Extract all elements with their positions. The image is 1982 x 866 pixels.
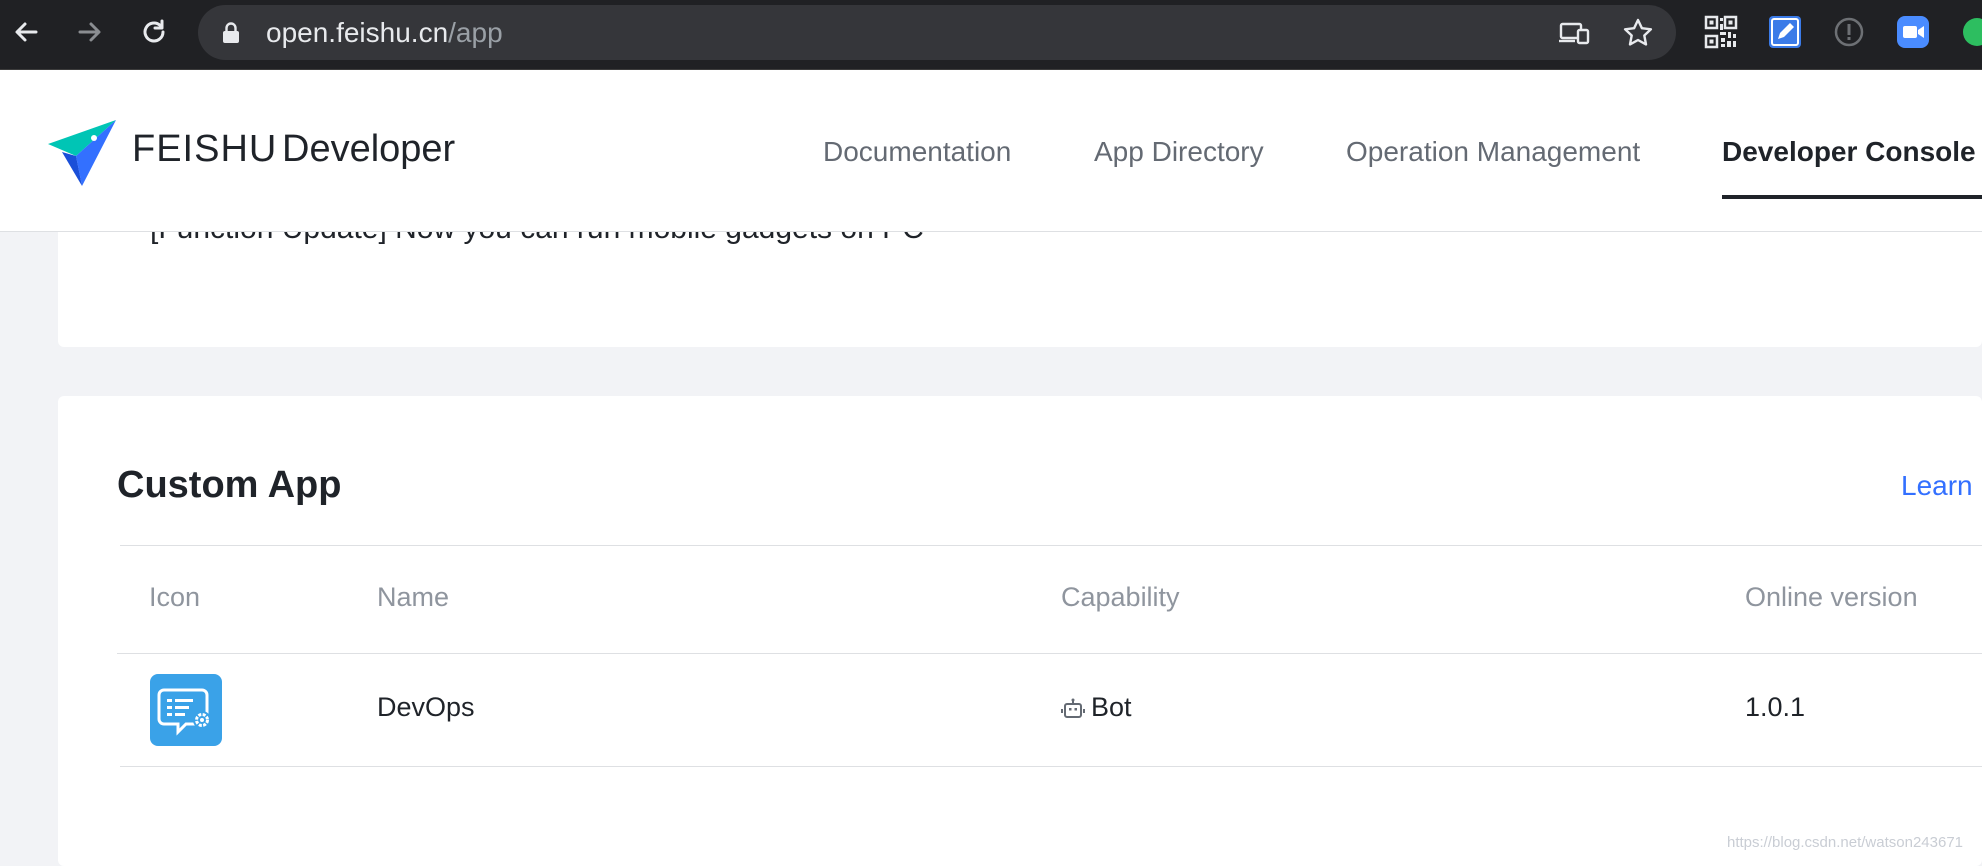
arrow-left-icon: [15, 22, 38, 42]
devops-app-icon[interactable]: [150, 674, 222, 746]
app-online-version: 1.0.1: [1745, 692, 1806, 722]
url-host: open.feishu.cn: [266, 17, 449, 48]
info-circle-icon[interactable]: [1832, 15, 1866, 49]
table-top-divider: [120, 545, 1982, 546]
zoom-video-icon[interactable]: [1896, 15, 1930, 49]
qr-code-icon[interactable]: [1704, 15, 1738, 49]
arrow-right-icon: [78, 22, 101, 42]
column-header-capability: Capability: [1061, 582, 1180, 612]
evernote-icon[interactable]: [1960, 15, 1982, 49]
custom-app-card: [58, 396, 1982, 866]
custom-app-title: Custom App: [117, 464, 342, 506]
reload-button[interactable]: [136, 14, 172, 50]
nav-operation-management[interactable]: Operation Management: [1346, 136, 1640, 168]
devices-icon[interactable]: [1558, 17, 1590, 49]
star-icon[interactable]: [1622, 17, 1654, 49]
reload-icon: [143, 19, 165, 43]
url-text: open.feishu.cn/app: [266, 18, 503, 48]
column-header-online-version: Online version: [1745, 582, 1918, 612]
table-row-divider: [120, 766, 1982, 767]
back-button[interactable]: [8, 14, 44, 50]
feishu-logo-icon[interactable]: [46, 118, 116, 186]
lock-icon: [223, 22, 239, 43]
site-header: FEISHU Developer Documentation App Direc…: [0, 70, 1982, 232]
brand-name: FEISHU: [132, 128, 278, 170]
browser-toolbar: open.feishu.cn/app: [0, 0, 1982, 70]
chat-gear-icon: [157, 688, 211, 736]
forward-button[interactable]: [72, 14, 108, 50]
address-bar[interactable]: open.feishu.cn/app: [198, 5, 1676, 60]
column-header-name: Name: [377, 582, 450, 612]
nav-app-directory[interactable]: App Directory: [1094, 136, 1264, 168]
column-header-icon: Icon: [149, 582, 201, 612]
app-capability: Bot: [1091, 692, 1132, 722]
table-header-divider: [117, 653, 1982, 654]
nav-documentation[interactable]: Documentation: [823, 136, 1011, 168]
robot-icon: [1061, 698, 1085, 718]
app-name[interactable]: DevOps: [377, 692, 475, 723]
edit-pen-icon[interactable]: [1768, 15, 1802, 49]
nav-developer-console[interactable]: Developer Console: [1722, 136, 1976, 168]
url-path: /app: [448, 17, 503, 48]
active-nav-indicator: [1722, 195, 1982, 199]
brand-subtitle: Developer: [282, 128, 456, 170]
learn-link[interactable]: Learn: [1901, 470, 1973, 502]
watermark: https://blog.csdn.net/watson243671: [1727, 834, 1964, 851]
